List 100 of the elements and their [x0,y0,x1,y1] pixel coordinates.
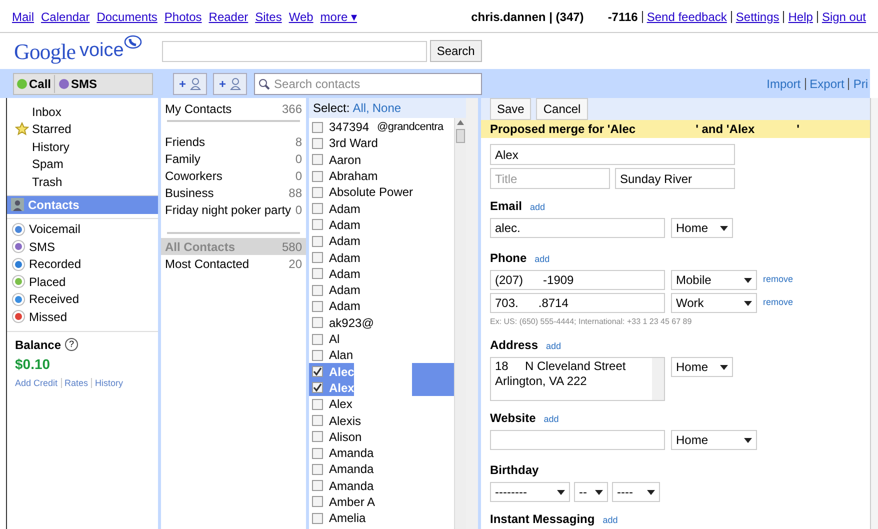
contact-row[interactable]: Amanda [309,461,454,478]
nav-item[interactable]: SMS [29,238,56,256]
dropdown[interactable]: Home [671,218,733,238]
banner-text: ' [796,121,800,138]
contact-row[interactable]: Adam [309,282,454,298]
nav-item[interactable]: Voicemail [29,220,80,238]
group-item[interactable]: Business [165,184,214,201]
contact-row[interactable]: Alex [309,396,454,412]
nav-item[interactable]: Received [29,290,80,308]
add-link[interactable]: add [602,514,618,528]
contact-row[interactable]: Alexis [309,412,454,429]
dropdown[interactable]: Home [671,357,733,377]
contact-row[interactable]: Adam [309,233,454,250]
account-link[interactable]: Settings [736,8,780,26]
text-field[interactable]: alec. [490,218,665,238]
account-link[interactable]: Send feedback [646,8,727,26]
contact-row[interactable]: Alan [309,347,454,364]
contact-row[interactable]: Alison [309,428,454,445]
contact-row[interactable]: Adam [309,266,454,282]
contact-row[interactable]: Adam [309,298,454,315]
nav-item[interactable]: History [32,138,70,156]
contact-name: Alex [329,380,354,397]
dropdown[interactable]: Mobile [671,270,757,290]
name-field[interactable]: Alex [490,144,735,165]
banner-text: Proposed merge for 'Alec [490,121,636,138]
section-label: Instant Messaging [490,511,595,528]
help-icon[interactable]: ? [65,338,78,351]
group-item[interactable]: My Contacts [165,100,232,116]
contact-row[interactable]: Adam [309,200,454,217]
group-item[interactable]: Coworkers [165,167,222,184]
nav-item[interactable]: Trash [32,172,62,191]
contact-row[interactable]: Al [309,330,454,348]
nav-item[interactable]: Spam [32,155,64,174]
nav-item[interactable]: Placed [29,272,66,291]
dropdown[interactable]: ---- [612,482,660,502]
account-link[interactable]: Help [788,8,813,26]
contact-row[interactable]: Abraham [309,168,454,184]
toolbar-link[interactable]: Export [810,74,844,92]
top-nav-link[interactable]: Documents [96,8,158,26]
contact-row[interactable]: 347394 @grandcentra [309,119,454,136]
account-link[interactable]: Sign out [822,8,866,26]
address-field[interactable]: 18 N Cleveland Street Arlington, VA 222 [490,357,665,401]
contact-row[interactable]: Aaron [309,152,454,168]
add-link[interactable]: add [530,201,546,214]
top-nav-link[interactable]: Reader [208,8,248,26]
contact-row[interactable]: Adam [309,249,454,266]
title-field[interactable]: Title [490,168,610,189]
contact-row[interactable]: 3rd Ward [309,135,454,152]
group-count: 0 [295,168,302,184]
contact-row[interactable]: Amanda [309,478,454,494]
add-link[interactable]: add [546,340,562,354]
dropdown[interactable]: Home [671,430,757,450]
contact-row[interactable]: Amber A [309,494,454,510]
group-item[interactable]: Family [165,150,200,167]
nav-item[interactable]: Inbox [32,102,62,121]
dropdown[interactable]: -------- [490,482,570,502]
dropdown[interactable]: -- [574,482,608,502]
group-row[interactable]: Most Contacted 20 [161,255,306,272]
contact-row[interactable]: Amelia [309,510,454,526]
toolbar-link[interactable]: Pri [853,74,868,92]
select-none-link[interactable]: None [372,99,402,117]
group-count: 0 [295,202,302,218]
text-field[interactable]: 703. .8714 [490,293,665,313]
contact-row[interactable]: Absolute Power [309,184,454,200]
top-nav-link[interactable]: Web [288,8,314,26]
group-label: Most Contacted [165,256,250,272]
top-nav-link[interactable]: Photos [164,8,202,26]
nav-item[interactable]: Missed [29,308,68,326]
contact-name: Alex [329,396,352,414]
contact-row[interactable]: ak923@ [309,314,454,331]
contact-row[interactable]: Amanda [309,444,454,462]
nav-item[interactable]: Recorded [29,255,82,274]
dropdown[interactable]: Work [671,293,757,313]
search-button[interactable]: Search [430,40,482,62]
remove-link[interactable]: remove [763,296,794,310]
top-nav-link[interactable]: Sites [255,8,282,26]
remove-link[interactable]: remove [763,273,794,287]
more-link[interactable]: more ▾ [320,8,357,26]
sms-button[interactable]: SMS [55,74,102,92]
balance-link[interactable]: History [95,376,124,390]
search-contacts-field[interactable]: Search contacts [254,72,482,94]
balance-link[interactable]: Rates [64,376,88,390]
add-link[interactable]: add [534,253,550,266]
contact-row[interactable]: Adam [309,216,454,234]
toolbar-link[interactable]: Import [766,74,801,92]
call-button[interactable]: Call [14,74,56,92]
add-contact-button[interactable]: + [173,72,208,94]
add-link[interactable]: add [544,413,559,426]
form-button[interactable]: Cancel [536,98,588,120]
group-item[interactable]: Friends [165,133,206,150]
top-nav-link[interactable]: Calendar [41,8,90,26]
text-field[interactable]: (207) -1909 [490,270,665,290]
group-item[interactable]: Friday night poker party [165,201,292,218]
select-all-link[interactable]: All, [352,99,370,117]
nav-item[interactable]: Starred [32,120,72,138]
add-contact-button[interactable]: + [213,72,248,94]
form-button[interactable]: Save [490,98,532,120]
balance-link[interactable]: Add Credit [15,376,58,390]
company-field[interactable]: Sunday River [615,168,735,189]
top-nav-link[interactable]: Mail [12,8,34,26]
